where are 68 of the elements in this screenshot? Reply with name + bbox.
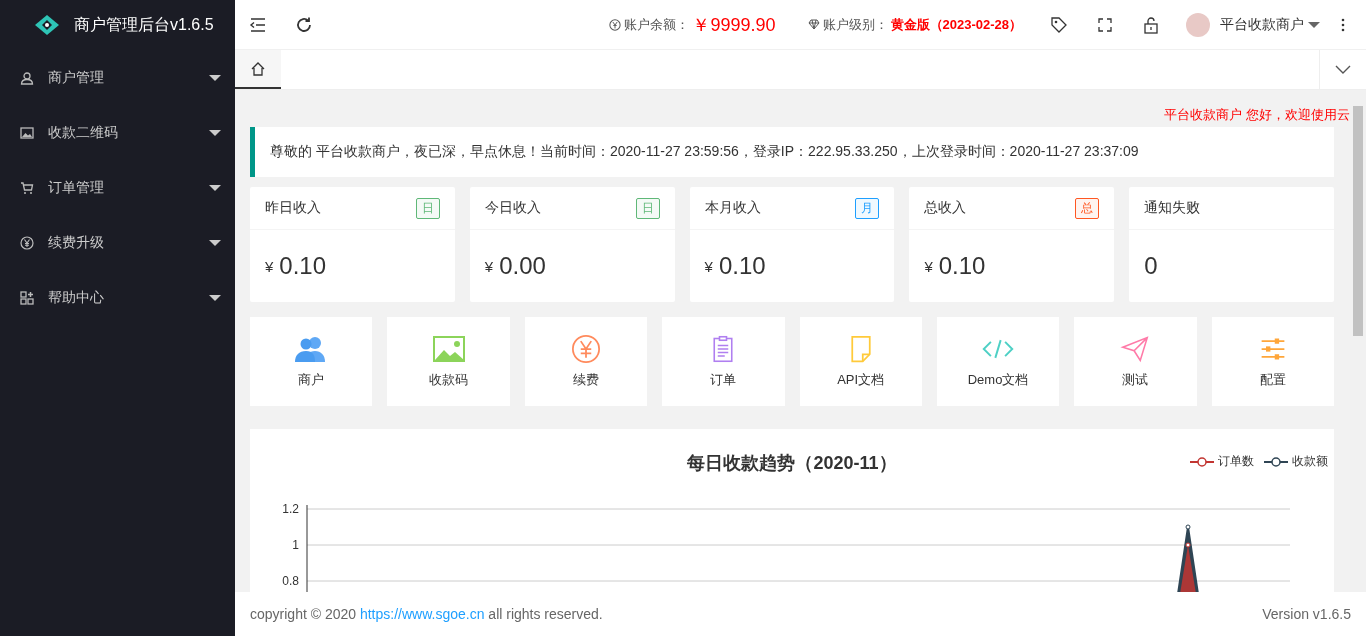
stat-title: 总收入	[924, 199, 967, 217]
app-title: 商户管理后台v1.6.5	[74, 14, 214, 35]
sidebar-item[interactable]: 订单管理	[0, 160, 235, 215]
user-menu[interactable]: 平台收款商户	[1186, 12, 1320, 37]
currency-sign: ¥	[484, 257, 494, 275]
home-icon	[250, 60, 266, 77]
shortcut-card[interactable]: 商户	[250, 317, 373, 406]
sidebar-item[interactable]: 商户管理	[0, 50, 235, 105]
sidebar-item[interactable]: 续费升级	[0, 215, 235, 270]
version-text: Version v1.6.5	[1262, 606, 1351, 622]
shortcut-card[interactable]: 收款码	[387, 317, 510, 406]
yen-icon	[569, 334, 602, 363]
shortcut-card[interactable]: 测试	[1074, 317, 1197, 406]
y-tick-label: 1.2	[282, 502, 299, 516]
copyright-text: copyright © 2020	[250, 606, 357, 622]
diamond-icon	[807, 19, 820, 30]
y-tick-label: 0.8	[282, 574, 299, 588]
people-icon	[295, 334, 328, 363]
logo-icon	[34, 14, 60, 36]
shortcut-card[interactable]: 续费	[524, 317, 648, 406]
y-tick-label: 1	[292, 538, 299, 552]
user-icon	[20, 70, 34, 85]
currency-sign: ¥	[265, 257, 274, 275]
stat-value: 0.10	[938, 252, 986, 280]
period-badge: 日	[415, 197, 440, 219]
welcome-marquee: 平台收款商户 您好，欢迎使用云	[1163, 106, 1350, 124]
stat-value: 0.10	[279, 252, 327, 280]
level-value: 黄金版（2023-02-28）	[890, 15, 1022, 34]
image-icon	[20, 125, 34, 140]
caret-icon	[209, 294, 221, 301]
currency-sign: ¥	[704, 257, 713, 275]
stat-title: 本月收入	[704, 199, 761, 217]
stat-value: 0.10	[718, 252, 766, 280]
rights-text: all rights reserved.	[488, 606, 603, 622]
period-badge: 日	[635, 197, 660, 219]
caret-icon	[1308, 21, 1320, 28]
notice-message: 尊敬的 平台收款商户，夜已深，早点休息！当前时间：2020-11-27 23:59:56，登录IP：222.95.33.250，上次登录时间：2020-11-27 23:37:09	[250, 127, 1334, 177]
shortcut-card[interactable]: API文档	[799, 317, 922, 406]
period-badge: 总	[1075, 197, 1100, 219]
grid-icon	[20, 290, 34, 305]
stat-value: 0	[1144, 252, 1158, 280]
shortcut-card[interactable]: Demo文档	[936, 317, 1060, 406]
stat-title: 今日收入	[484, 199, 541, 217]
cart-icon	[20, 180, 34, 195]
shortcut-card[interactable]: 订单	[662, 317, 785, 406]
balance-label: 账户余额：	[624, 15, 690, 34]
chart-title: 每日收款趋势（2020-11）	[687, 453, 897, 473]
level-label: 账户级别：	[822, 15, 888, 34]
stat-title: 昨日收入	[265, 199, 321, 217]
legend-label: 订单数	[1218, 453, 1254, 470]
sidebar-item[interactable]: 收款二维码	[0, 105, 235, 160]
picture-icon	[432, 334, 465, 363]
caret-icon	[209, 184, 221, 191]
stat-title: 通知失败	[1144, 199, 1201, 217]
yen-icon	[609, 18, 622, 31]
legend-label: 收款额	[1292, 453, 1328, 470]
stat-value: 0.00	[499, 252, 546, 280]
balance-value: ￥9999.90	[692, 13, 776, 37]
shortcut-card[interactable]: 配置	[1211, 317, 1334, 406]
sidebar-item[interactable]: 帮助中心	[0, 270, 235, 325]
yen-icon	[20, 235, 34, 250]
caret-icon	[209, 239, 221, 246]
caret-icon	[209, 129, 221, 136]
home-tab[interactable]	[235, 50, 281, 89]
currency-sign: ¥	[924, 257, 933, 275]
period-badge: 月	[855, 197, 880, 219]
caret-icon	[209, 74, 221, 81]
avatar-icon	[1186, 12, 1210, 37]
